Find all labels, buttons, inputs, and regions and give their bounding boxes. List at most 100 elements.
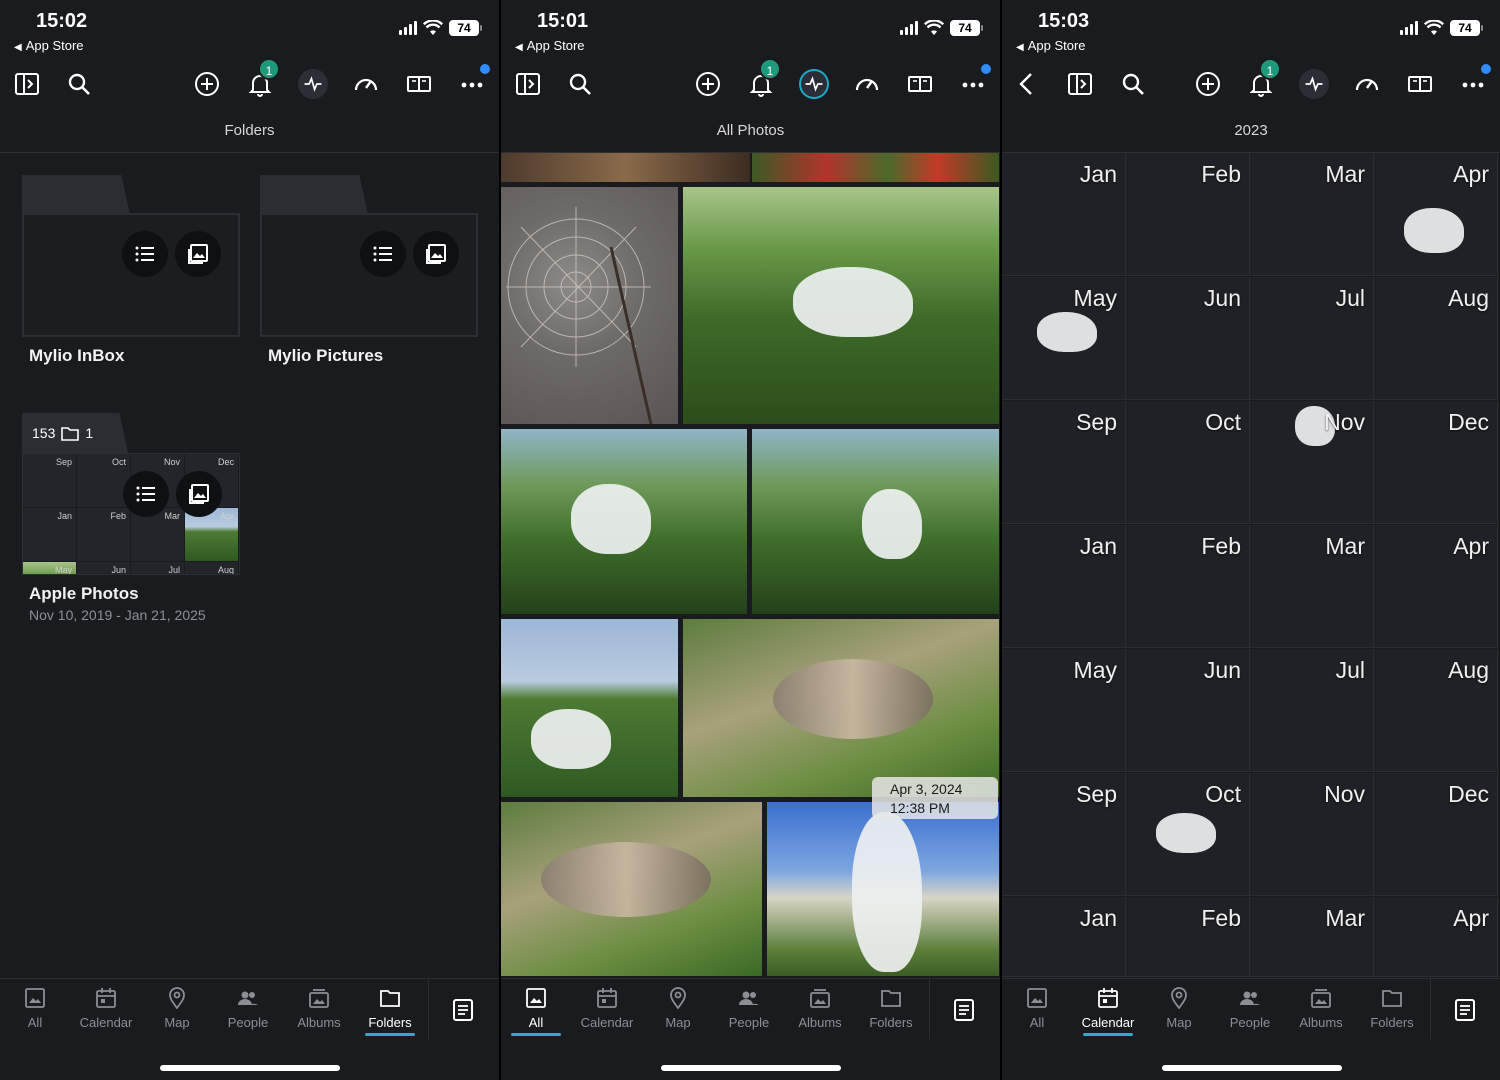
tab-bar: All Calendar Map People Albums Folders bbox=[0, 978, 499, 1080]
month-cell[interactable]: Feb bbox=[1126, 897, 1250, 977]
tab-all[interactable]: All bbox=[0, 987, 70, 1030]
back-to-app-link[interactable]: ◀ App Store bbox=[1016, 38, 1086, 53]
sidebar-toggle-button[interactable] bbox=[1062, 62, 1098, 106]
document-list-button[interactable] bbox=[450, 997, 476, 1023]
search-button[interactable] bbox=[1115, 62, 1151, 106]
book-button[interactable] bbox=[1402, 62, 1438, 106]
tab-calendar[interactable]: Calendar bbox=[71, 987, 141, 1030]
list-view-button[interactable] bbox=[123, 471, 169, 517]
book-button[interactable] bbox=[401, 62, 437, 106]
month-cell[interactable]: Mar bbox=[1250, 153, 1374, 276]
month-cell[interactable]: Sep bbox=[1002, 401, 1126, 524]
photo-thumbnail[interactable] bbox=[752, 429, 999, 614]
back-to-app-link[interactable]: ◀ App Store bbox=[14, 38, 84, 53]
dashboard-button[interactable] bbox=[1349, 62, 1385, 106]
sidebar-toggle-button[interactable] bbox=[9, 62, 45, 106]
dashboard-button[interactable] bbox=[348, 62, 384, 106]
sidebar-toggle-button[interactable] bbox=[510, 62, 546, 106]
tab-albums[interactable]: Albums bbox=[785, 987, 855, 1030]
month-cell[interactable]: May bbox=[1002, 277, 1126, 400]
month-cell[interactable]: Oct bbox=[1126, 401, 1250, 524]
month-cell[interactable]: Jan bbox=[1002, 525, 1126, 648]
month-cell[interactable]: Feb bbox=[1126, 525, 1250, 648]
month-cell[interactable]: Dec bbox=[1374, 773, 1498, 896]
tab-albums[interactable]: Albums bbox=[284, 987, 354, 1030]
month-cell[interactable]: Jul bbox=[1250, 277, 1374, 400]
book-button[interactable] bbox=[902, 62, 938, 106]
tab-map[interactable]: Map bbox=[1144, 987, 1214, 1030]
month-cell[interactable]: Jan bbox=[1002, 153, 1126, 276]
folder-apple-photos[interactable]: 153 1 Sep Oct Nov Dec Jan Feb Mar Apr Ma… bbox=[22, 413, 240, 575]
photo-thumbnail[interactable] bbox=[683, 619, 999, 797]
tab-all[interactable]: All bbox=[501, 987, 571, 1036]
photo-thumbnail[interactable] bbox=[501, 802, 762, 976]
tab-map[interactable]: Map bbox=[142, 987, 212, 1030]
gallery-view-button[interactable] bbox=[413, 231, 459, 277]
list-view-button[interactable] bbox=[122, 231, 168, 277]
add-button[interactable] bbox=[1190, 62, 1226, 106]
tab-all[interactable]: All bbox=[1002, 987, 1072, 1030]
tab-folders[interactable]: Folders bbox=[856, 987, 926, 1030]
activity-button[interactable] bbox=[295, 62, 331, 106]
month-cell[interactable]: Apr bbox=[1374, 897, 1498, 977]
month-cell[interactable]: Oct bbox=[1126, 773, 1250, 896]
month-cell[interactable]: Jun bbox=[1126, 649, 1250, 772]
month-cell[interactable]: Sep bbox=[1002, 773, 1126, 896]
notifications-button[interactable]: 1 bbox=[743, 58, 781, 106]
month-cell[interactable]: Jun bbox=[1126, 277, 1250, 400]
add-button[interactable] bbox=[189, 62, 225, 106]
month-cell[interactable]: May bbox=[1002, 649, 1126, 772]
month-cell[interactable]: Jan bbox=[1002, 897, 1126, 977]
activity-button[interactable] bbox=[796, 62, 832, 106]
dashboard-button[interactable] bbox=[849, 62, 885, 106]
albums-icon bbox=[1311, 989, 1331, 1008]
add-button[interactable] bbox=[690, 62, 726, 106]
search-button[interactable] bbox=[562, 62, 598, 106]
tab-people[interactable]: People bbox=[1215, 987, 1285, 1030]
photo-thumbnail[interactable] bbox=[767, 802, 999, 976]
month-cell[interactable]: Aug bbox=[1374, 277, 1498, 400]
list-view-button[interactable] bbox=[360, 231, 406, 277]
tab-calendar[interactable]: Calendar bbox=[1073, 987, 1143, 1036]
photo-thumbnail[interactable] bbox=[501, 619, 678, 797]
more-button[interactable] bbox=[955, 62, 991, 106]
month-cell[interactable]: Aug bbox=[1374, 649, 1498, 772]
battery-indicator: 74 bbox=[1450, 20, 1483, 36]
photo-thumbnail[interactable] bbox=[501, 153, 750, 182]
month-cell[interactable]: Apr bbox=[1374, 153, 1498, 276]
month-cell[interactable]: Feb bbox=[1126, 153, 1250, 276]
month-cell[interactable]: Mar bbox=[1250, 525, 1374, 648]
gallery-view-button[interactable] bbox=[175, 231, 221, 277]
notifications-button[interactable]: 1 bbox=[1243, 58, 1281, 106]
photo-thumbnail[interactable] bbox=[752, 153, 999, 182]
month-cell[interactable]: Jul bbox=[1250, 649, 1374, 772]
document-list-button[interactable] bbox=[951, 997, 977, 1023]
tab-people[interactable]: People bbox=[714, 987, 784, 1030]
month-cell[interactable]: Mar bbox=[1250, 897, 1374, 977]
back-to-app-link[interactable]: ◀ App Store bbox=[515, 38, 585, 53]
document-list-button[interactable] bbox=[1452, 997, 1478, 1023]
back-button[interactable] bbox=[1009, 62, 1045, 106]
photo-thumbnail[interactable] bbox=[683, 187, 999, 424]
tab-folders[interactable]: Folders bbox=[355, 987, 425, 1036]
photo-thumbnail[interactable] bbox=[501, 429, 747, 614]
notifications-button[interactable]: 1 bbox=[242, 58, 280, 106]
more-button[interactable] bbox=[454, 62, 490, 106]
gallery-view-button[interactable] bbox=[176, 471, 222, 517]
month-cell[interactable]: Apr bbox=[1374, 525, 1498, 648]
tab-people[interactable]: People bbox=[213, 987, 283, 1030]
month-cell[interactable]: Nov bbox=[1250, 773, 1374, 896]
toolbar: 1 bbox=[501, 58, 1000, 106]
photo-thumbnail[interactable] bbox=[501, 187, 678, 424]
tab-albums[interactable]: Albums bbox=[1286, 987, 1356, 1030]
folder-mylio-pictures[interactable] bbox=[260, 175, 478, 337]
tab-calendar[interactable]: Calendar bbox=[572, 987, 642, 1030]
activity-button[interactable] bbox=[1296, 62, 1332, 106]
month-cell[interactable]: Nov bbox=[1250, 401, 1374, 524]
folder-mylio-inbox[interactable] bbox=[22, 175, 240, 337]
more-button[interactable] bbox=[1455, 62, 1491, 106]
month-cell[interactable]: Dec bbox=[1374, 401, 1498, 524]
search-button[interactable] bbox=[61, 62, 97, 106]
tab-map[interactable]: Map bbox=[643, 987, 713, 1030]
tab-folders[interactable]: Folders bbox=[1357, 987, 1427, 1030]
